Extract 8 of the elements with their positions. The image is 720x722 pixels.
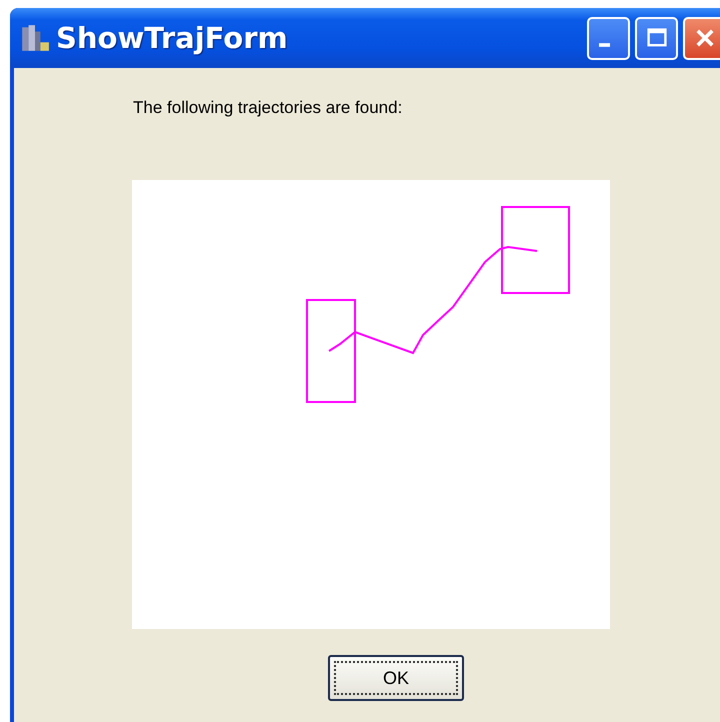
minimize-button[interactable]: [587, 16, 630, 60]
maximize-button[interactable]: [635, 16, 678, 60]
ok-button[interactable]: OK: [328, 655, 464, 701]
buildings-icon: [20, 23, 50, 53]
window-title: ShowTrajForm: [56, 21, 289, 55]
minimize-icon: [599, 43, 610, 47]
message-text: The following trajectories are found:: [133, 98, 404, 118]
close-button[interactable]: [683, 16, 720, 60]
